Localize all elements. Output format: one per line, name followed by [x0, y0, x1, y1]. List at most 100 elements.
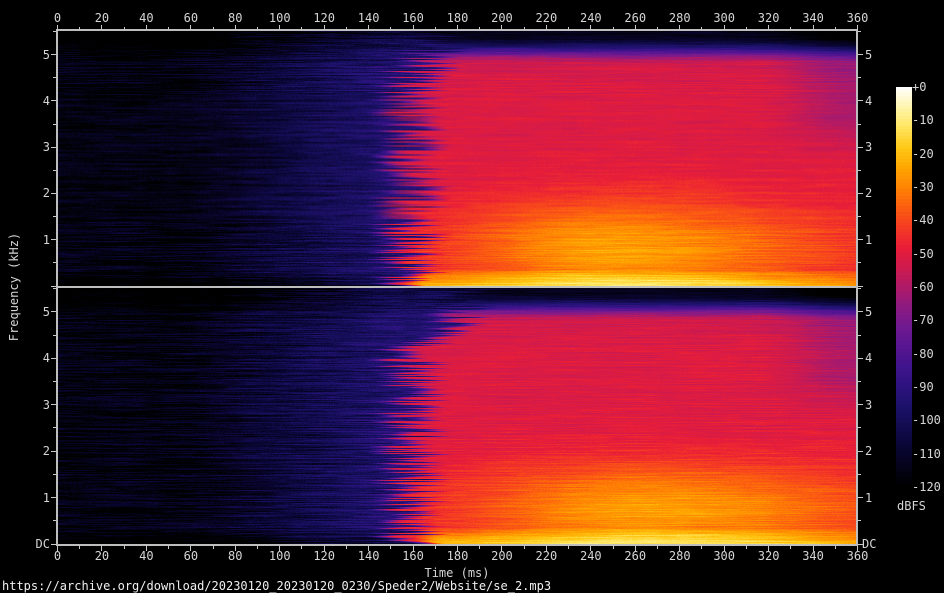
- freq-tick-dc: [51, 286, 56, 287]
- freq-tick-minor: [53, 170, 56, 171]
- freq-tick-minor: [53, 216, 56, 217]
- freq-tick-major: [858, 239, 863, 240]
- colorbar-tick-label: -110: [912, 447, 941, 461]
- time-tick-label: 80: [228, 11, 242, 25]
- freq-tick-minor: [858, 31, 861, 32]
- freq-tick-label: 4: [865, 351, 872, 365]
- time-tick-minor: [790, 546, 791, 549]
- time-tick-label: 300: [713, 11, 735, 25]
- freq-tick-major: [51, 311, 56, 312]
- time-tick-minor: [701, 27, 702, 30]
- freq-tick-minor: [53, 335, 56, 336]
- freq-tick-minor: [858, 170, 861, 171]
- channel-separator: [57, 286, 858, 288]
- time-tick-major: [813, 25, 814, 30]
- freq-tick-major: [51, 54, 56, 55]
- time-tick-major: [857, 25, 858, 30]
- freq-tick-label: 2: [865, 444, 872, 458]
- time-tick-label: 40: [139, 549, 153, 563]
- freq-tick-label: 5: [18, 305, 50, 319]
- frequency-axis-label: Frequency (kHz): [7, 233, 21, 341]
- time-tick-minor: [79, 27, 80, 30]
- time-tick-minor: [657, 546, 658, 549]
- freq-tick-label: 2: [865, 186, 872, 200]
- time-tick-minor: [835, 546, 836, 549]
- time-tick-minor: [168, 546, 169, 549]
- time-tick-label: 140: [358, 549, 380, 563]
- freq-tick-major: [51, 497, 56, 498]
- freq-tick-label: 3: [18, 140, 50, 154]
- time-tick-minor: [301, 546, 302, 549]
- colorbar-tick-label: -60: [912, 280, 934, 294]
- time-tick-label: 240: [580, 11, 602, 25]
- freq-tick-minor: [858, 288, 861, 289]
- time-tick-major: [501, 25, 502, 30]
- time-tick-label: 360: [847, 549, 869, 563]
- time-tick-label: 280: [669, 549, 691, 563]
- time-tick-major: [590, 25, 591, 30]
- freq-tick-minor: [53, 124, 56, 125]
- time-tick-minor: [524, 27, 525, 30]
- freq-tick-major: [858, 54, 863, 55]
- time-tick-label: 240: [580, 549, 602, 563]
- time-tick-major: [324, 25, 325, 30]
- time-tick-label: 200: [491, 11, 513, 25]
- colorbar-tick-label: -10: [912, 113, 934, 127]
- freq-tick-dc: [51, 544, 56, 545]
- time-tick-label: 160: [402, 11, 424, 25]
- time-tick-label: 180: [447, 549, 469, 563]
- freq-tick-minor: [858, 474, 861, 475]
- time-axis-label: Time (ms): [424, 566, 489, 580]
- time-tick-minor: [257, 27, 258, 30]
- freq-tick-label: 5: [865, 305, 872, 319]
- time-tick-minor: [124, 546, 125, 549]
- colorbar-tick-label: -70: [912, 313, 934, 327]
- freq-tick-major: [51, 193, 56, 194]
- time-tick-minor: [213, 27, 214, 30]
- time-tick-major: [546, 25, 547, 30]
- freq-tick-label: 3: [18, 398, 50, 412]
- freq-tick-major: [51, 100, 56, 101]
- time-tick-label: 200: [491, 549, 513, 563]
- freq-tick-minor: [858, 520, 861, 521]
- time-tick-major: [57, 25, 58, 30]
- time-tick-label: 300: [713, 549, 735, 563]
- freq-tick-minor: [858, 427, 861, 428]
- time-tick-label: 80: [228, 549, 242, 563]
- freq-tick-label: 3: [865, 398, 872, 412]
- time-tick-label: 0: [54, 11, 61, 25]
- time-tick-label: 220: [536, 549, 558, 563]
- freq-tick-minor: [53, 381, 56, 382]
- time-tick-label: 340: [802, 549, 824, 563]
- freq-tick-major: [858, 193, 863, 194]
- freq-tick-major: [51, 147, 56, 148]
- time-tick-major: [190, 25, 191, 30]
- time-tick-minor: [790, 27, 791, 30]
- time-tick-major: [457, 25, 458, 30]
- time-tick-minor: [746, 27, 747, 30]
- time-tick-label: 320: [758, 11, 780, 25]
- time-tick-minor: [168, 27, 169, 30]
- time-tick-minor: [346, 546, 347, 549]
- freq-tick-label: 2: [18, 444, 50, 458]
- time-tick-minor: [746, 546, 747, 549]
- freq-tick-label: 5: [865, 48, 872, 62]
- freq-tick-major: [858, 358, 863, 359]
- time-tick-label: 280: [669, 11, 691, 25]
- freq-tick-major: [858, 497, 863, 498]
- freq-tick-major: [858, 451, 863, 452]
- time-tick-major: [635, 25, 636, 30]
- time-tick-label: 320: [758, 549, 780, 563]
- freq-tick-major: [858, 404, 863, 405]
- time-tick-label: 120: [313, 11, 335, 25]
- freq-tick-major: [51, 404, 56, 405]
- freq-tick-label: 1: [18, 233, 50, 247]
- time-tick-label: 140: [358, 11, 380, 25]
- time-tick-minor: [390, 546, 391, 549]
- freq-tick-label-dc: DC: [18, 537, 50, 551]
- time-tick-label: 60: [184, 549, 198, 563]
- freq-tick-major: [858, 311, 863, 312]
- freq-tick-label: 3: [865, 140, 872, 154]
- time-tick-minor: [657, 27, 658, 30]
- freq-tick-label: 4: [18, 351, 50, 365]
